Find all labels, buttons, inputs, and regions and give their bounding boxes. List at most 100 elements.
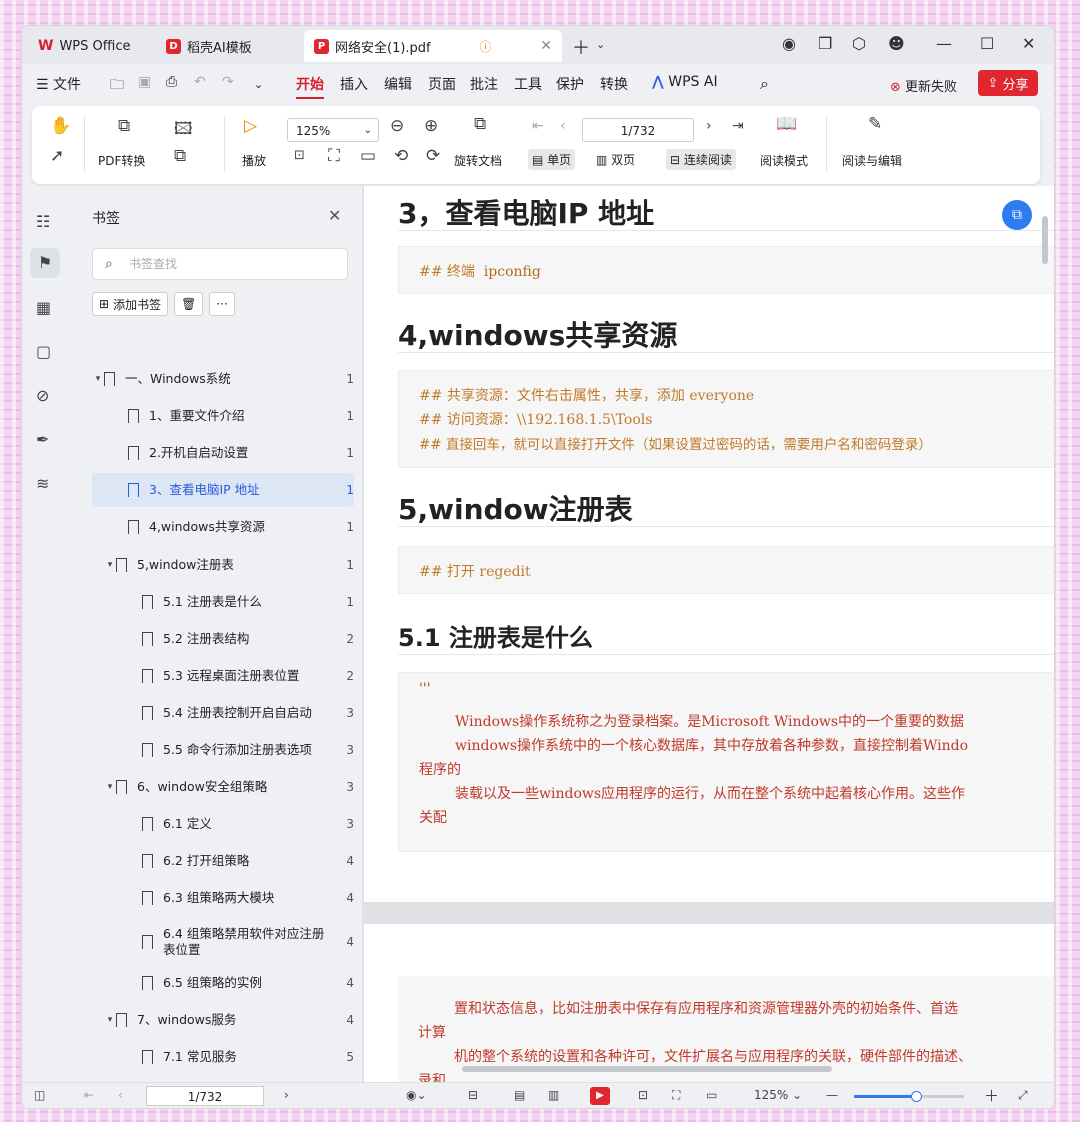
bookmark-item[interactable]: 3、查看电脑IP 地址 1 (92, 473, 354, 508)
status-zoom[interactable]: 125% ⌄ (754, 1088, 802, 1102)
vertical-scrollbar[interactable] (1042, 216, 1048, 264)
ai-assistant-icon[interactable]: ◉ (782, 34, 796, 53)
single-page-button[interactable]: ▤ 单页 (528, 149, 576, 170)
save-icon[interactable]: ▣ (138, 74, 151, 90)
delete-bookmark-button[interactable]: 🗑 (174, 292, 204, 316)
signature-icon[interactable]: ✒ (36, 430, 49, 449)
double-page-button[interactable]: ▥ 双页 (596, 151, 635, 168)
share-button[interactable]: ⇪ 分享 (978, 70, 1038, 96)
zoom-slider-knob[interactable] (910, 1091, 922, 1102)
menu-insert[interactable]: 插入 (340, 74, 368, 94)
redo-icon[interactable]: ↷ (222, 74, 234, 90)
minimize-icon[interactable]: — (936, 34, 952, 53)
menu-edit[interactable]: 编辑 (384, 74, 412, 94)
search-icon[interactable]: ⌕ (760, 74, 769, 94)
fit-width-icon[interactable]: ▭ (706, 1088, 717, 1102)
prev-page-icon[interactable]: ‹ (118, 1088, 123, 1102)
fit-page-icon[interactable]: ⛶ (328, 146, 340, 166)
menu-tools[interactable]: 工具 (514, 74, 542, 94)
last-page-icon[interactable]: ⇥ (732, 118, 744, 134)
select-tool-icon[interactable]: ➚ (50, 146, 64, 166)
bookmark-item[interactable]: 5.4 注册表控制开启自启动 3 (92, 696, 354, 730)
sidebar-toggle-icon[interactable]: ◫ (34, 1088, 45, 1102)
menu-convert[interactable]: 转换 (600, 74, 628, 94)
fit-width-icon[interactable]: ▭ (360, 146, 376, 166)
translate-float-button[interactable]: ⧉ (1002, 200, 1032, 230)
close-panel-icon[interactable]: ✕ (328, 206, 341, 225)
read-mode-icon[interactable]: 📖 (776, 114, 797, 134)
menu-file[interactable]: ☰ 文件 (36, 74, 81, 94)
avatar[interactable]: ☻ (888, 34, 905, 53)
bookmark-item[interactable]: 7.1 常见服务 5 (92, 1040, 354, 1074)
status-page-input[interactable]: 1/732 (146, 1086, 264, 1106)
fit-page-icon[interactable]: ⛶ (672, 1088, 680, 1103)
close-tab-icon[interactable]: ✕ (540, 38, 552, 54)
expand-arrow-icon[interactable]: ▾ (104, 782, 116, 792)
read-edit-icon[interactable]: ✎ (868, 114, 882, 134)
thumbnail-icon[interactable]: ▦ (36, 298, 51, 317)
tab-docer[interactable]: D 稻壳AI模板 (156, 30, 296, 62)
next-page-icon[interactable]: › (284, 1088, 289, 1102)
continuous-read-button[interactable]: ⊟ 连续阅读 (666, 149, 736, 170)
bookmark-item[interactable]: ▾ 6、window安全组策略 3 (92, 770, 354, 804)
menu-annotate[interactable]: 批注 (470, 74, 498, 94)
zoom-slider[interactable] (854, 1091, 964, 1102)
menu-start[interactable]: 开始 (296, 74, 324, 99)
play-icon[interactable]: ▶ (590, 1087, 610, 1105)
page-input[interactable]: 1/732 (582, 118, 694, 142)
rotate-doc-button[interactable]: 旋转文档 (454, 152, 502, 169)
bookmark-item[interactable]: 1、重要文件介绍 1 (92, 399, 354, 433)
continuous-view-icon[interactable]: ⊟ (468, 1088, 478, 1102)
close-window-icon[interactable]: ✕ (1022, 34, 1035, 53)
play-icon[interactable]: ▷ (244, 116, 257, 136)
comment-icon[interactable]: ▢ (36, 342, 51, 361)
bookmark-item[interactable]: 2.开机自启动设置 1 (92, 436, 354, 470)
expand-arrow-icon[interactable]: ▾ (92, 374, 104, 384)
actual-size-icon[interactable]: ⊡ (294, 148, 305, 163)
bookmark-icon[interactable]: ⚑ (30, 248, 60, 278)
expand-arrow-icon[interactable]: ▾ (104, 560, 116, 570)
bookmark-item[interactable]: ▾ 5,window注册表 1 (92, 548, 354, 582)
menu-page[interactable]: 页面 (428, 74, 456, 94)
tab-pdf-document[interactable]: P 网络安全(1).pdf ⓘ ✕ (304, 30, 562, 62)
window-tile-icon[interactable]: ❐ (818, 34, 832, 53)
first-page-icon[interactable]: ⇤ (84, 1088, 94, 1102)
update-status[interactable]: ⊗ 更新失败 (890, 76, 957, 95)
prev-page-icon[interactable]: ‹ (560, 118, 566, 134)
attachment-icon[interactable]: ⊘ (36, 386, 49, 405)
bookmark-item[interactable]: 5.5 命令行添加注册表选项 3 (92, 733, 354, 767)
rotate-right-icon[interactable]: ⟳ (426, 146, 440, 166)
menu-protect[interactable]: 保护 (556, 74, 584, 94)
add-bookmark-button[interactable]: ⊞ 添加书签 (92, 292, 169, 316)
bookmark-item[interactable]: 4,windows共享资源 1 (92, 510, 354, 544)
double-page-view-icon[interactable]: ▥ (548, 1088, 559, 1102)
new-tab-icon[interactable]: ＋ (572, 34, 590, 60)
pdf-convert-icon[interactable]: ⧉ (118, 116, 130, 136)
expand-arrow-icon[interactable]: ▾ (104, 1015, 116, 1025)
bookmark-item[interactable]: 5.2 注册表结构 2 (92, 622, 354, 656)
rotate-doc-icon[interactable]: ⧉ (474, 114, 486, 134)
read-edit-button[interactable]: 阅读与编辑 (842, 152, 902, 169)
more-options-button[interactable]: ··· (209, 292, 235, 316)
zoom-in-icon[interactable]: ＋ (984, 1085, 999, 1106)
bookmark-item[interactable]: ▾ 一、Windows系统 1 (92, 362, 354, 396)
next-page-icon[interactable]: › (706, 118, 712, 134)
undo-icon[interactable]: ↶ (194, 74, 206, 90)
single-page-view-icon[interactable]: ▤ (514, 1088, 525, 1102)
maximize-icon[interactable]: ☐ (980, 34, 994, 53)
bookmark-item[interactable]: 6.5 组策略的实例 4 (92, 966, 354, 1000)
pdf-convert-button[interactable]: PDF转换 (98, 152, 145, 169)
zoom-out-icon[interactable]: ⊖ (390, 116, 404, 136)
fullscreen-icon[interactable]: ⤢ (1018, 1088, 1028, 1103)
bookmark-search-input[interactable]: ⌕ 书签查找 (92, 248, 348, 280)
zoom-out-icon[interactable]: — (826, 1088, 838, 1102)
zoom-select[interactable]: 125% ⌄ (287, 118, 379, 142)
play-button[interactable]: 播放 (242, 152, 266, 169)
cube-icon[interactable]: ⬡ (852, 34, 866, 53)
zoom-in-icon[interactable]: ⊕ (424, 116, 438, 136)
bookmark-item[interactable]: ▾ 7、windows服务 4 (92, 1003, 354, 1037)
read-mode-button[interactable]: 阅读模式 (760, 152, 808, 169)
bookmark-item[interactable]: 5.1 注册表是什么 1 (92, 585, 354, 619)
rotate-left-icon[interactable]: ⟲ (394, 146, 408, 166)
open-folder-icon[interactable]: 🗀 (110, 74, 124, 98)
